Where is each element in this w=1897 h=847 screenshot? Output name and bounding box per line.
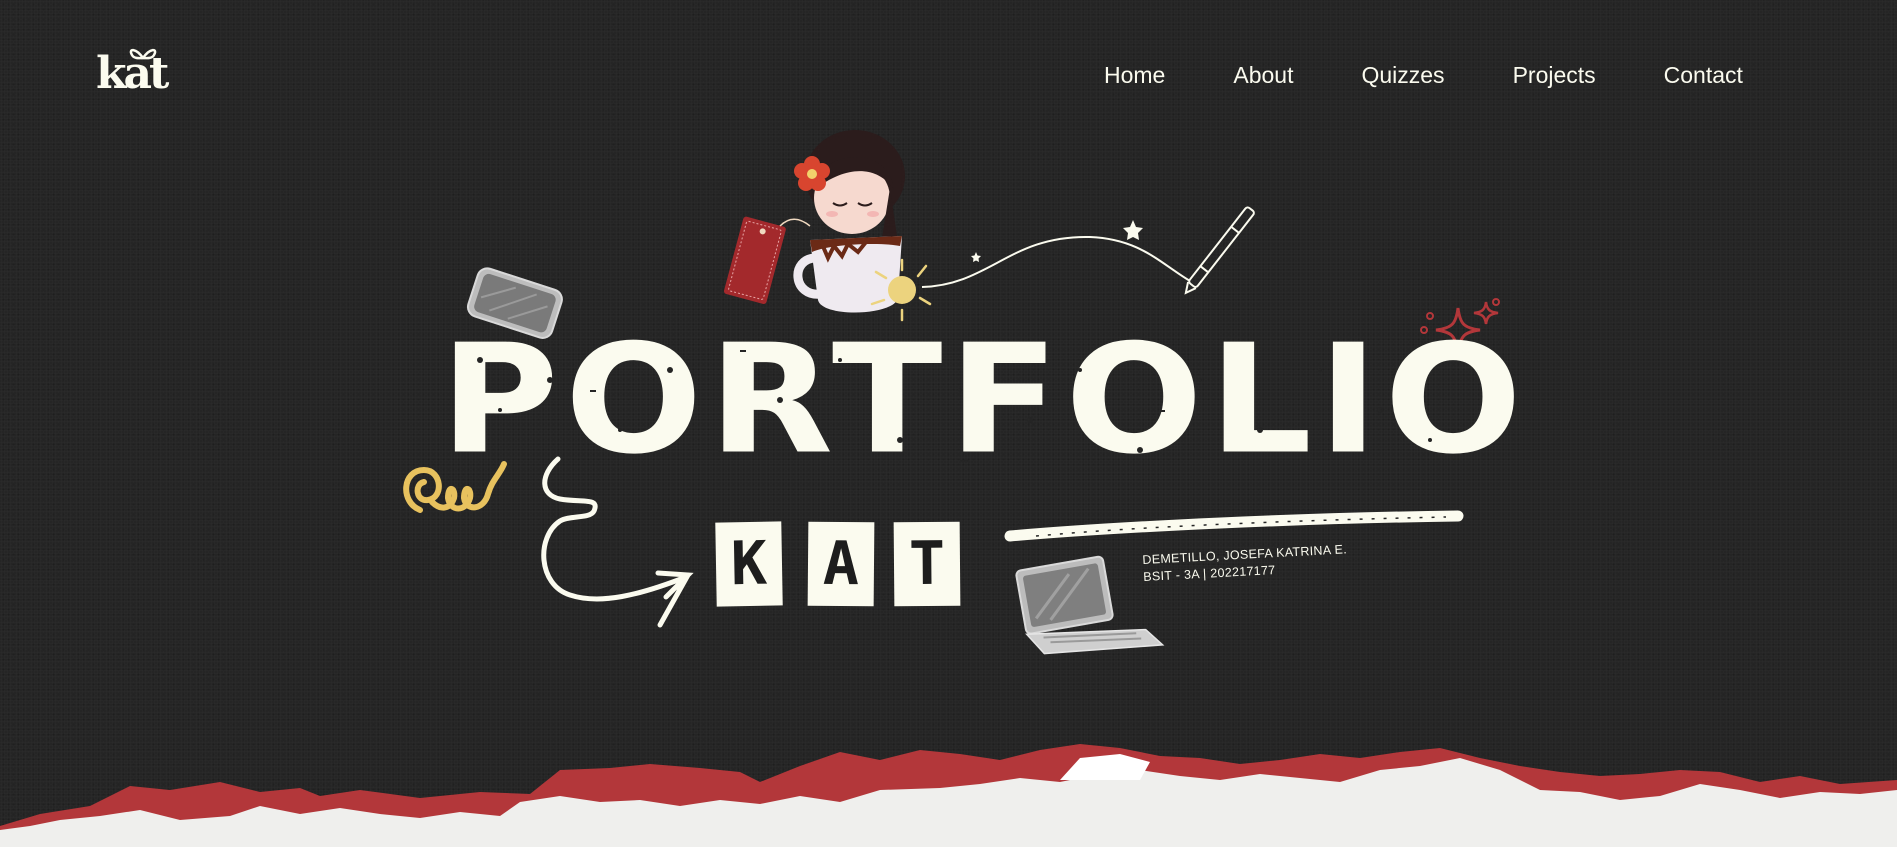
curly-arrow-icon bbox=[541, 456, 694, 628]
torn-paper-edge bbox=[0, 744, 1897, 847]
nav-contact[interactable]: Contact bbox=[1664, 64, 1743, 87]
chalk-underline bbox=[1004, 510, 1464, 542]
nav-home[interactable]: Home bbox=[1104, 64, 1165, 87]
main-nav: Home About Quizzes Projects Contact bbox=[1104, 64, 1743, 87]
kat-letter-a: A bbox=[807, 521, 875, 607]
pen-icon bbox=[1184, 206, 1255, 295]
nav-projects[interactable]: Projects bbox=[1513, 64, 1596, 87]
site-logo[interactable]: kat bbox=[96, 48, 180, 104]
squiggle-doodle bbox=[403, 461, 507, 513]
logo-text: kat bbox=[96, 48, 169, 99]
kat-letter-t: T bbox=[893, 521, 961, 607]
star-icon bbox=[1123, 220, 1143, 240]
author-credits: DEMETILLO, JOSEFA KATRINA E. BSIT - 3A |… bbox=[1142, 541, 1348, 585]
sun-icon bbox=[870, 258, 932, 322]
nav-quizzes[interactable]: Quizzes bbox=[1361, 64, 1444, 87]
kat-letter-k: K bbox=[715, 521, 783, 607]
nav-about[interactable]: About bbox=[1233, 64, 1293, 87]
star-icon bbox=[971, 252, 981, 262]
hero-title: PORTFOLIO bbox=[440, 312, 1529, 488]
